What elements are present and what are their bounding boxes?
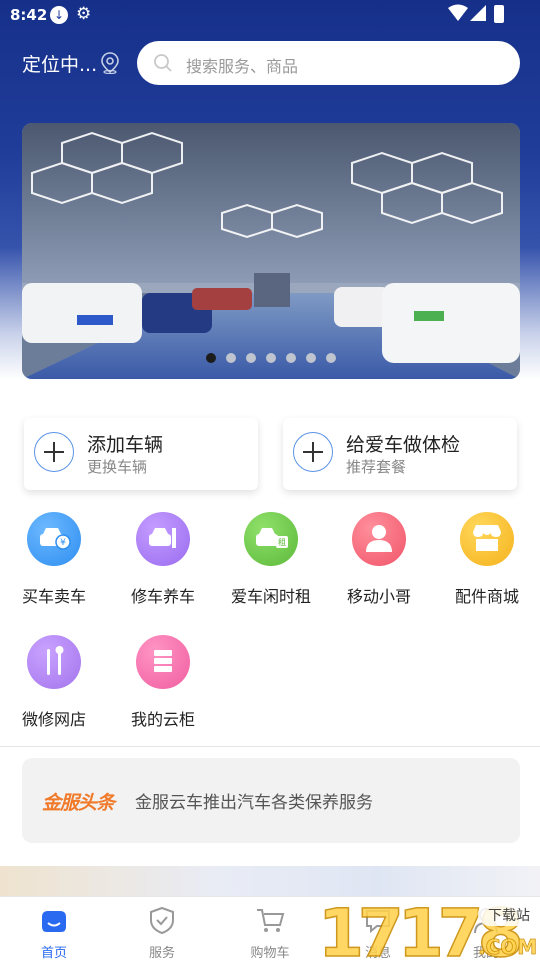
shield-icon (150, 906, 174, 935)
search-input[interactable]: 搜索服务、商品 (186, 53, 298, 77)
carousel-dot[interactable] (286, 353, 296, 363)
tab-service[interactable]: 服务 (108, 897, 216, 961)
tab-label: 服务 (148, 946, 175, 961)
wifi-icon (448, 4, 468, 21)
tab-label: 购物车 (250, 946, 290, 961)
location-label[interactable]: 定位中... (22, 50, 97, 77)
tools-icon (27, 635, 81, 689)
service-label: 配件商城 (454, 587, 519, 606)
watermark-logo: 17178 下载站 .COM (318, 900, 540, 960)
plus-icon (34, 432, 74, 472)
svg-text:¥: ¥ (60, 538, 66, 548)
card-title: 给爱车做体检 (346, 434, 461, 456)
card-subtitle: 推荐套餐 (346, 458, 407, 476)
banner-carousel[interactable] (22, 123, 520, 379)
carousel-dot[interactable] (246, 353, 256, 363)
status-time: 8:42 (10, 6, 48, 24)
person-icon (352, 512, 406, 566)
plus-icon (293, 432, 333, 472)
status-bar: 8:42 ↓ ⚙ (0, 0, 540, 30)
banner-image (22, 123, 520, 379)
search-icon (154, 54, 172, 72)
carousel-dot[interactable] (226, 353, 236, 363)
svg-text:租: 租 (278, 538, 286, 547)
svg-text:.COM: .COM (478, 935, 537, 959)
location-pin-icon[interactable] (100, 52, 120, 74)
card-title: 添加车辆 (87, 434, 164, 456)
carousel-dot[interactable] (206, 353, 216, 363)
service-label: 我的云柜 (130, 710, 195, 729)
car-wrench-icon (136, 512, 190, 566)
car-rent-icon: 租 (244, 512, 298, 566)
add-vehicle-card[interactable]: 添加车辆 更换车辆 (24, 418, 258, 490)
carousel-dot[interactable] (326, 353, 336, 363)
carousel-dot[interactable] (266, 353, 276, 363)
service-repair-maintain[interactable]: 修车养车 (113, 512, 213, 607)
gear-icon: ⚙ (76, 4, 92, 24)
download-icon: ↓ (50, 6, 68, 24)
store-icon (460, 512, 514, 566)
cabinet-icon (136, 635, 190, 689)
tab-home[interactable]: 首页 (0, 897, 108, 961)
car-checkup-card[interactable]: 给爱车做体检 推荐套餐 (283, 418, 517, 490)
carousel-indicator (22, 353, 520, 363)
service-micro-repair-shop[interactable]: 微修网店 (4, 635, 104, 730)
svg-text:下载站: 下载站 (488, 908, 530, 924)
service-cloud-cabinet[interactable]: 我的云柜 (113, 635, 213, 730)
service-label: 移动小哥 (346, 587, 411, 606)
tab-cart[interactable]: 购物车 (216, 897, 324, 961)
battery-icon (494, 5, 504, 23)
news-text: 金服云车推出汽车各类保养服务 (135, 793, 373, 813)
home-icon (42, 911, 66, 932)
service-label: 买车卖车 (21, 587, 86, 606)
cart-icon (257, 909, 285, 932)
service-label: 修车养车 (130, 587, 195, 606)
promo-strip[interactable] (0, 866, 540, 896)
search-bar[interactable]: 搜索服务、商品 (137, 41, 520, 85)
carousel-dot[interactable] (306, 353, 316, 363)
car-yuan-icon: ¥ (27, 512, 81, 566)
service-buy-sell-car[interactable]: ¥ 买车卖车 (4, 512, 104, 607)
card-subtitle: 更换车辆 (87, 458, 148, 476)
tab-label: 首页 (40, 946, 67, 961)
signal-icon (470, 5, 486, 21)
service-label: 微修网店 (21, 710, 86, 729)
service-parts-store[interactable]: 配件商城 (437, 512, 537, 607)
news-brand-logo: 金服头条 (42, 792, 115, 814)
section-divider (0, 746, 540, 747)
service-label: 爱车闲时租 (230, 587, 311, 606)
service-mobile-helper[interactable]: 移动小哥 (329, 512, 429, 607)
news-banner[interactable]: 金服头条 金服云车推出汽车各类保养服务 (22, 758, 520, 843)
service-car-rent[interactable]: 租 爱车闲时租 (221, 512, 321, 607)
